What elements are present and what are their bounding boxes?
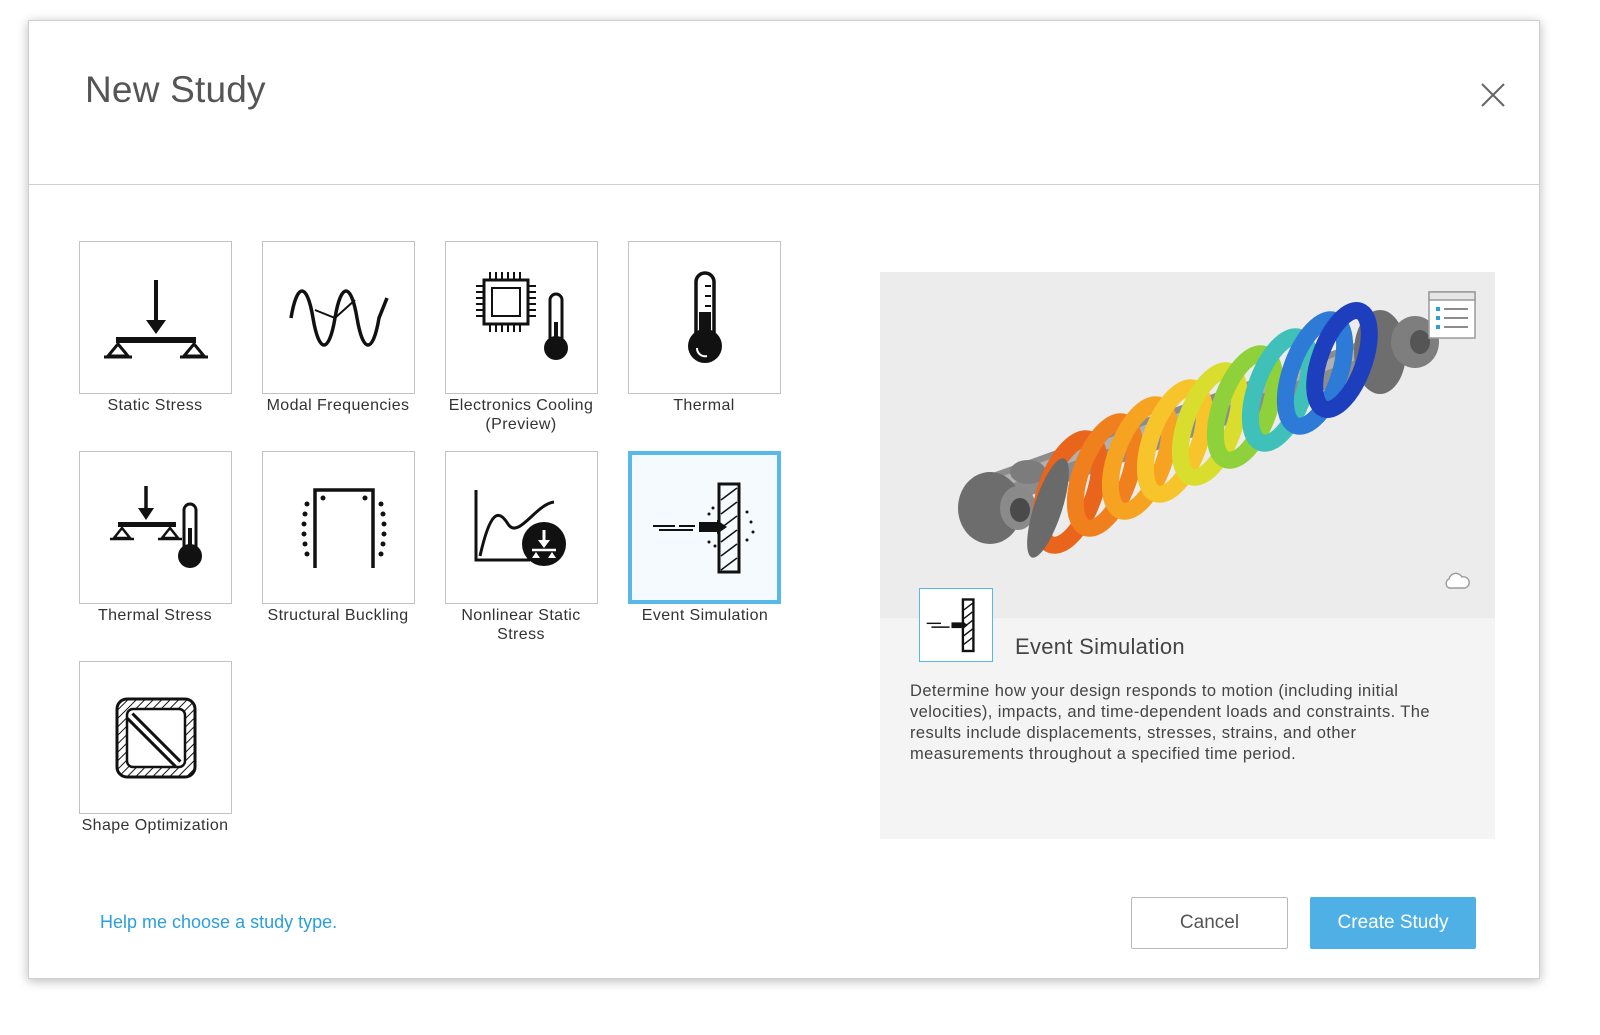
preview-title: Event Simulation [1015,634,1185,659]
help-choose-study-link[interactable]: Help me choose a study type. [100,912,337,933]
tile-thermal[interactable] [628,241,781,394]
close-button[interactable] [1475,77,1511,113]
shape-optimization-icon [115,697,197,779]
event-simulation-icon [653,482,755,574]
electronics-cooling-icon [476,272,568,360]
static-stress-icon [104,280,208,359]
dialog-title: New Study [85,69,266,110]
nonlinear-static-stress-icon [474,490,566,566]
thermal-stress-icon [110,486,202,568]
tile-modal-frequencies[interactable] [262,241,415,394]
electronics-cooling-line: Electronics Cooling [448,397,594,414]
modal-frequencies-icon [289,289,389,347]
nonlinear-line-2: Stress [497,626,545,643]
cancel-button[interactable]: Cancel [1131,897,1288,949]
preview-description: Determine how your design responds to mo… [910,682,1430,763]
electronics-cooling-preview: (Preview) [485,416,557,433]
tile-label-nonlinear-static-stress: Nonlinear Static Stress [426,606,616,644]
tile-static-stress[interactable] [79,241,232,394]
tile-label-static-stress: Static Stress [107,397,203,414]
new-study-dialog: New Study Static Stress Modal Frequencie… [28,20,1540,979]
tile-label-event-simulation: Event Simulation [641,607,769,624]
tile-thermal-stress[interactable] [79,451,232,604]
tile-structural-buckling[interactable] [262,451,415,604]
shock-absorber-simulation-image [880,272,1495,618]
tile-nonlinear-static-stress[interactable] [445,451,598,604]
preview-thumbnail [919,588,993,662]
list-view-icon[interactable] [1428,291,1476,339]
tile-electronics-cooling[interactable] [445,241,598,394]
tile-label-electronics-cooling: Electronics Cooling (Preview) [426,396,616,434]
create-study-button[interactable]: Create Study [1310,897,1476,949]
tile-event-simulation[interactable] [628,451,781,604]
thermometer-icon [688,271,722,363]
study-preview-panel: Event Simulation Determine how your desi… [880,272,1495,839]
nonlinear-line-1: Nonlinear Static [461,607,581,624]
header-divider [29,184,1539,185]
tile-label-modal-frequencies: Modal Frequencies [266,397,410,414]
tile-label-structural-buckling: Structural Buckling [267,607,409,624]
tile-label-thermal-stress: Thermal Stress [97,607,213,624]
tile-shape-optimization[interactable] [79,661,232,814]
event-simulation-thumb-icon [926,598,975,653]
structural-buckling-icon [301,488,387,568]
tile-label-shape-optimization: Shape Optimization [81,817,229,834]
close-icon [1481,83,1505,107]
tile-label-thermal: Thermal [673,397,735,414]
cloud-icon [1445,572,1470,589]
